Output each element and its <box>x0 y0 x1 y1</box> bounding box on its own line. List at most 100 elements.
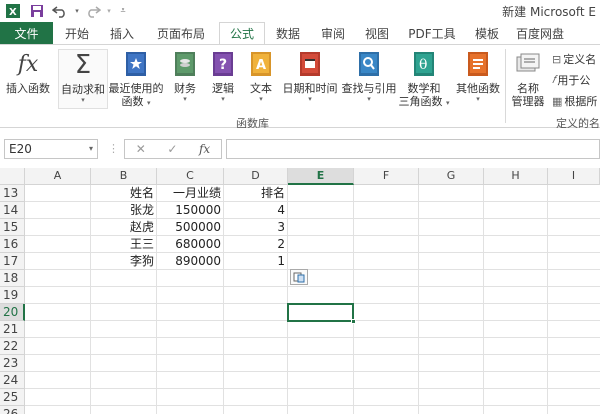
formula-input[interactable] <box>226 139 600 159</box>
math-trig-button[interactable]: θ 数学和 三角函数 ▾ <box>398 49 450 108</box>
customize-icon[interactable]: ⩡ <box>114 0 132 22</box>
define-name-button[interactable]: ⊟ 定义名 <box>552 51 596 67</box>
enter-icon[interactable]: ✓ <box>167 142 177 156</box>
gridline <box>547 185 548 414</box>
name-manager-icon <box>515 49 541 79</box>
gridline <box>25 354 600 355</box>
undo-dropdown-icon[interactable]: ▾ <box>72 0 82 22</box>
row-header-14[interactable]: 14 <box>0 202 25 219</box>
column-header-d[interactable]: D <box>224 168 288 185</box>
undo-icon[interactable] <box>48 0 72 22</box>
svg-text:X: X <box>9 7 17 18</box>
selected-cell-e20[interactable] <box>287 303 356 324</box>
cell-d14[interactable]: 4 <box>224 202 288 219</box>
lookup-book-icon <box>356 49 382 79</box>
column-header-h[interactable]: H <box>484 168 548 185</box>
cell-c14[interactable]: 150000 <box>157 202 224 219</box>
cancel-icon[interactable]: ✕ <box>136 142 146 156</box>
cell-c13[interactable]: 一月业绩 <box>157 185 224 202</box>
text-button[interactable]: A 文本 ▾ <box>246 49 276 103</box>
fill-handle[interactable] <box>351 319 356 324</box>
cell-c15[interactable]: 500000 <box>157 219 224 236</box>
column-header-a[interactable]: A <box>25 168 91 185</box>
row-header-21[interactable]: 21 <box>0 321 25 338</box>
insert-function-button[interactable]: fx 插入函数 <box>3 49 53 96</box>
financial-book-icon <box>172 49 198 79</box>
redo-icon[interactable] <box>82 0 104 22</box>
row-header-18[interactable]: 18 <box>0 270 25 287</box>
column-header-f[interactable]: F <box>354 168 419 185</box>
grid-small-icon: ▦ <box>552 94 563 108</box>
tab-home[interactable]: 开始 <box>53 22 101 44</box>
financial-button[interactable]: 财务 ▾ <box>168 49 202 103</box>
gridline <box>25 405 600 406</box>
group-separator <box>505 49 506 123</box>
tab-baidu-netdisk[interactable]: 百度网盘 <box>509 22 571 44</box>
cell-d13[interactable]: 排名 <box>224 185 288 202</box>
paste-options-icon[interactable] <box>290 269 308 285</box>
redo-dropdown-icon[interactable]: ▾ <box>104 0 114 22</box>
svg-text:?: ? <box>219 57 227 73</box>
chevron-down-icon: ▾ <box>221 95 225 103</box>
cell-c17[interactable]: 890000 <box>157 253 224 270</box>
cell-b13[interactable]: 姓名 <box>91 185 157 202</box>
column-header-g[interactable]: G <box>419 168 484 185</box>
use-in-formula-button[interactable]: 𝑓 用于公 <box>552 72 590 88</box>
gridline <box>25 371 600 372</box>
save-icon[interactable] <box>26 0 48 22</box>
cell-d15[interactable]: 3 <box>224 219 288 236</box>
tab-page-layout[interactable]: 页面布局 <box>143 22 219 44</box>
cell-b15[interactable]: 赵虎 <box>91 219 157 236</box>
more-functions-button[interactable]: 其他函数 ▾ <box>454 49 502 103</box>
cell-b16[interactable]: 王三 <box>91 236 157 253</box>
recent-functions-button[interactable]: 最近使用的 函数 ▾ <box>109 49 164 108</box>
datetime-button[interactable]: 日期和时间 ▾ <box>282 49 338 103</box>
tab-data[interactable]: 数据 <box>265 22 311 44</box>
row-header-16[interactable]: 16 <box>0 236 25 253</box>
row-header-13[interactable]: 13 <box>0 185 25 202</box>
tab-review[interactable]: 审阅 <box>311 22 355 44</box>
name-box[interactable]: E20 ▾ <box>4 139 98 159</box>
text-book-icon: A <box>248 49 274 79</box>
cell-b14[interactable]: 张龙 <box>91 202 157 219</box>
chevron-down-icon: ▾ <box>183 95 187 103</box>
row-header-26[interactable]: 26 <box>0 406 25 414</box>
tab-view[interactable]: 视图 <box>355 22 399 44</box>
cell-d17[interactable]: 1 <box>224 253 288 270</box>
row-header-23[interactable]: 23 <box>0 355 25 372</box>
window-title: 新建 Microsoft E <box>502 5 596 19</box>
logical-button[interactable]: ? 逻辑 ▾ <box>208 49 238 103</box>
row-header-15[interactable]: 15 <box>0 219 25 236</box>
star-book-icon <box>123 49 149 79</box>
column-header-b[interactable]: B <box>91 168 157 185</box>
name-manager-button[interactable]: 名称 管理器 <box>508 49 548 108</box>
chevron-down-icon[interactable]: ▾ <box>89 140 93 158</box>
create-from-selection-button[interactable]: ▦ 根据所 <box>552 93 597 109</box>
cell-c16[interactable]: 680000 <box>157 236 224 253</box>
column-header-i[interactable]: I <box>548 168 600 185</box>
tab-templates[interactable]: 模板 <box>465 22 509 44</box>
column-header-e[interactable]: E <box>288 168 354 185</box>
column-header-c[interactable]: C <box>157 168 224 185</box>
tab-formulas[interactable]: 公式 <box>219 22 265 44</box>
name-manager-label-1: 名称 <box>517 82 539 95</box>
datetime-label: 日期和时间 <box>282 82 338 95</box>
row-header-24[interactable]: 24 <box>0 372 25 389</box>
ribbon-tabs: 文件 开始 插入 页面布局 公式 数据 审阅 视图 PDF工具 模板 百度网盘 <box>0 22 600 44</box>
cell-b17[interactable]: 李狗 <box>91 253 157 270</box>
cell-d16[interactable]: 2 <box>224 236 288 253</box>
select-all-corner[interactable] <box>0 168 25 185</box>
row-header-25[interactable]: 25 <box>0 389 25 406</box>
autosum-button[interactable]: Σ 自动求和 ▾ <box>58 49 108 109</box>
lookup-button[interactable]: 查找与引用 ▾ <box>340 49 398 103</box>
row-header-22[interactable]: 22 <box>0 338 25 355</box>
tab-pdf-tools[interactable]: PDF工具 <box>399 22 465 44</box>
tab-file[interactable]: 文件 <box>0 22 53 44</box>
row-header-20[interactable]: 20 <box>0 304 25 321</box>
row-header-17[interactable]: 17 <box>0 253 25 270</box>
tab-insert[interactable]: 插入 <box>101 22 143 44</box>
row-header-19[interactable]: 19 <box>0 287 25 304</box>
math-label-2: 三角函数 ▾ <box>398 95 450 108</box>
logical-book-icon: ? <box>210 49 236 79</box>
insert-function-icon[interactable]: fx <box>199 142 210 156</box>
